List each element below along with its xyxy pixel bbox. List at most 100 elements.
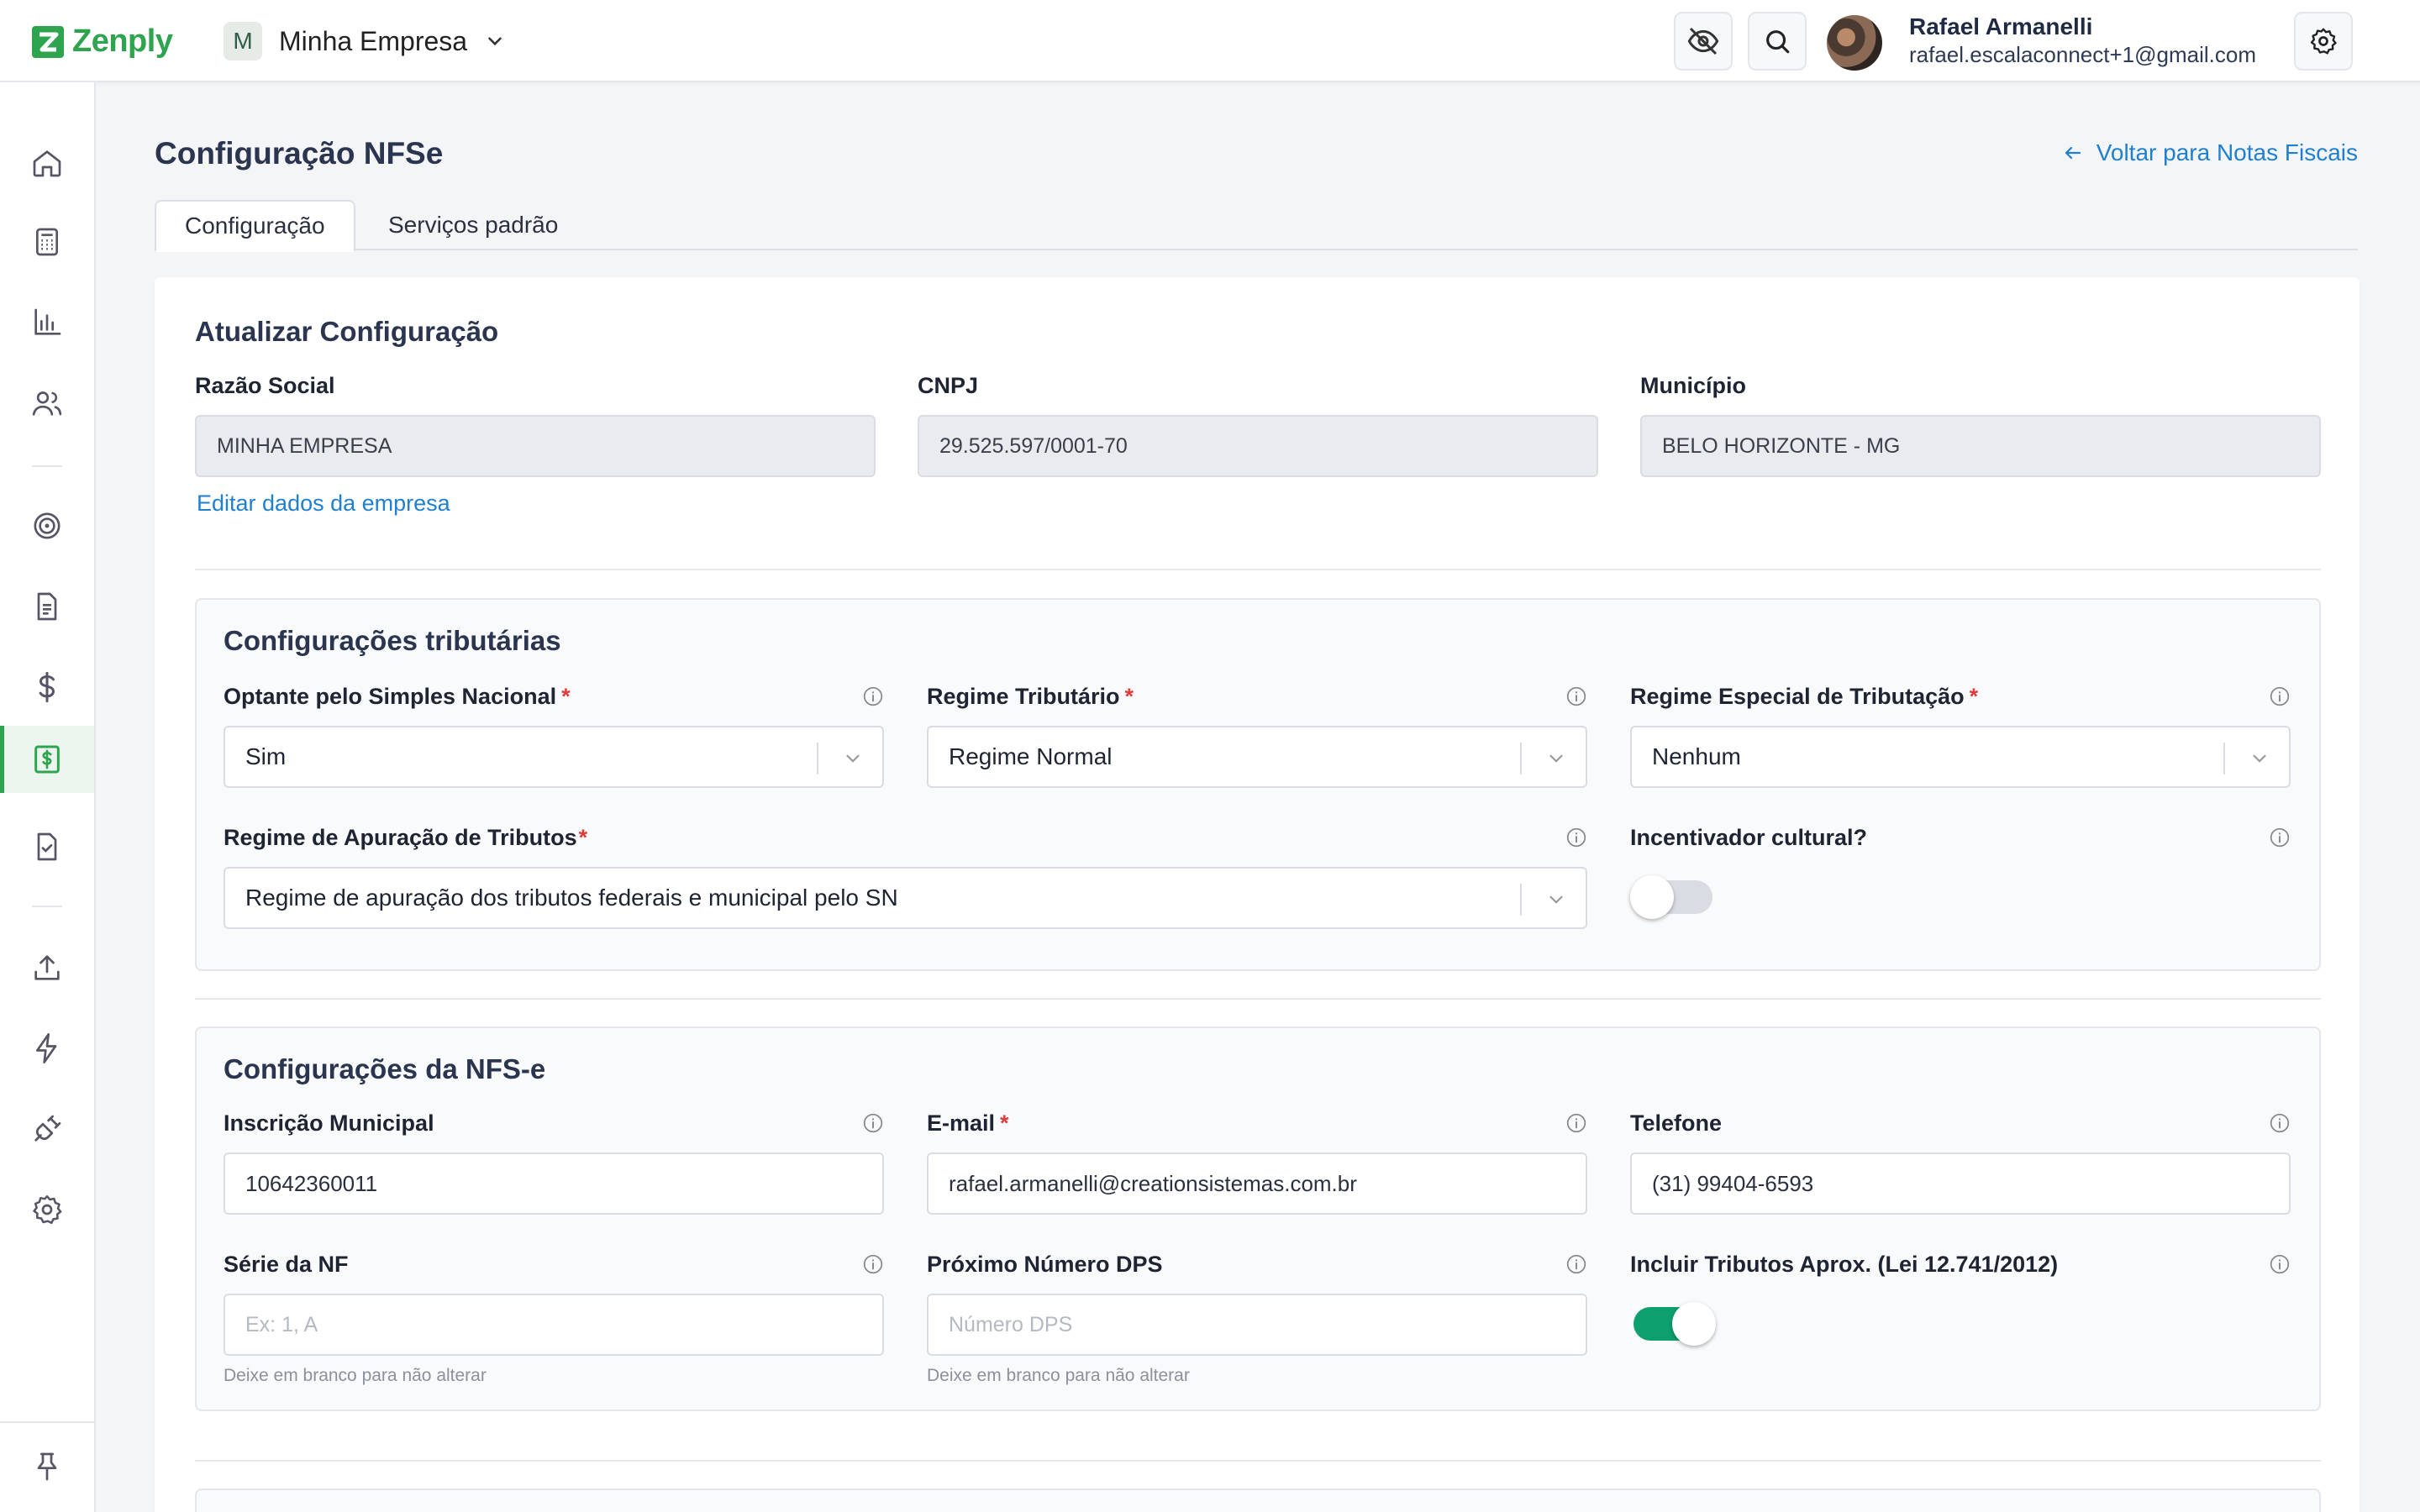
hide-values-button[interactable]: [1674, 12, 1733, 71]
chevron-down-icon: [846, 754, 860, 763]
chevron-down-icon: [2253, 754, 2266, 763]
dollar-icon: [39, 671, 55, 703]
chevron-down-icon: [1549, 754, 1563, 763]
chevron-down-icon: [1549, 895, 1563, 904]
calculator-icon: [36, 228, 58, 256]
sidebar-item-finance[interactable]: [0, 654, 94, 721]
regime-select[interactable]: Regime Normal: [927, 726, 1587, 788]
sidebar-divider: [0, 1421, 94, 1423]
bar-chart-icon: [34, 308, 61, 335]
telefone-input[interactable]: (31) 99404-6593: [1630, 1152, 2291, 1215]
nfse-settings-panel: Configurações da NFS-e Inscrição Municip…: [195, 1026, 2321, 1411]
sidebar-item-tasks[interactable]: [0, 813, 94, 880]
incentivador-label: Incentivador cultural?: [1630, 825, 1868, 850]
regime-especial-select[interactable]: Nenhum: [1630, 726, 2291, 788]
upload-icon: [34, 955, 60, 980]
sidebar-item-automations[interactable]: [0, 1015, 94, 1082]
user-email: rafael.escalaconnect+1@gmail.com: [1909, 42, 2256, 67]
sidebar-item-home[interactable]: [0, 129, 94, 197]
municipio-label: Município: [1640, 373, 1746, 398]
info-icon[interactable]: [1565, 685, 1587, 707]
sidebar: [0, 82, 96, 1512]
nfse-settings-title: Configurações da NFS-e: [224, 1053, 546, 1084]
lightning-icon: [36, 1033, 57, 1063]
search-button[interactable]: [1748, 12, 1807, 71]
inscricao-label: Inscrição Municipal: [224, 1110, 434, 1136]
settings-button[interactable]: [2294, 12, 2353, 71]
sidebar-item-upload[interactable]: [0, 934, 94, 1001]
tab-configuracao[interactable]: Configuração: [155, 200, 355, 252]
simples-select[interactable]: Sim: [224, 726, 884, 788]
divider: [195, 569, 2321, 570]
update-config-title: Atualizar Configuração: [195, 316, 499, 347]
eye-off-icon: [1687, 27, 1719, 55]
sidebar-item-integrations[interactable]: [0, 1095, 94, 1163]
tax-settings-panel: Configurações tributárias Optante pelo S…: [195, 598, 2321, 971]
info-icon[interactable]: [862, 1112, 884, 1134]
info-icon[interactable]: [862, 1253, 884, 1275]
brand-name: Zenply: [72, 24, 173, 59]
regime-especial-label: Regime Especial de Tributação *: [1630, 684, 1979, 709]
info-icon[interactable]: [1565, 1112, 1587, 1134]
cnpj-label: CNPJ: [918, 373, 979, 398]
info-icon[interactable]: [862, 685, 884, 707]
chevron-down-icon: [488, 37, 502, 46]
search-icon: [1766, 30, 1790, 54]
divider: [195, 998, 2321, 1000]
proximo-dps-label: Próximo Número DPS: [927, 1252, 1163, 1277]
back-to-invoices-link[interactable]: Voltar para Notas Fiscais: [2063, 139, 2358, 166]
next-settings-panel: [195, 1488, 2321, 1512]
plug-icon: [34, 1115, 61, 1142]
email-input[interactable]: rafael.armanelli@creationsistemas.com.br: [927, 1152, 1587, 1215]
telefone-label: Telefone: [1630, 1110, 1723, 1136]
incluir-tributos-toggle[interactable]: [1634, 1302, 1716, 1346]
settings-icon: [2310, 28, 2337, 55]
incentivador-toggle[interactable]: [1630, 875, 1712, 919]
sidebar-divider: [32, 465, 62, 467]
arrow-left-icon: [2065, 146, 2081, 160]
proximo-dps-input[interactable]: Número DPS: [927, 1294, 1587, 1356]
serie-input[interactable]: Ex: 1, A: [224, 1294, 884, 1356]
company-switcher[interactable]: M Minha Empresa: [224, 22, 506, 60]
invoice-dollar-icon: [34, 745, 60, 774]
razao-social-label: Razão Social: [195, 373, 335, 398]
sidebar-item-invoices[interactable]: [0, 726, 94, 793]
apuracao-select[interactable]: Regime de apuração dos tributos federais…: [224, 867, 1587, 929]
info-icon[interactable]: [2269, 685, 2291, 707]
email-label: E-mail *: [927, 1110, 1009, 1136]
users-icon: [32, 391, 62, 416]
serie-label: Série da NF: [224, 1252, 349, 1277]
user-name: Rafael Armanelli: [1909, 13, 2093, 39]
sidebar-item-documents[interactable]: [0, 573, 94, 640]
sidebar-divider: [32, 906, 62, 907]
user-avatar[interactable]: [1827, 15, 1882, 71]
info-icon[interactable]: [1565, 1253, 1587, 1275]
company-avatar: M: [224, 22, 262, 60]
document-check-icon: [37, 832, 57, 861]
tab-servicos-padrao[interactable]: Serviços padrão: [360, 200, 587, 250]
apuracao-label: Regime de Apuração de Tributos*: [224, 825, 588, 850]
info-icon[interactable]: [1565, 827, 1587, 848]
page-title: Configuração NFSe: [155, 136, 444, 171]
divider: [195, 1460, 2321, 1462]
gear-icon: [33, 1194, 62, 1225]
inscricao-input[interactable]: 10642360011: [224, 1152, 884, 1215]
company-name: Minha Empresa: [279, 25, 468, 56]
info-icon[interactable]: [2269, 1112, 2291, 1134]
sidebar-item-calculator[interactable]: [0, 208, 94, 276]
document-icon: [37, 592, 57, 621]
back-link-label: Voltar para Notas Fiscais: [2096, 139, 2358, 165]
incluir-tributos-label: Incluir Tributos Aprox. (Lei 12.741/2012…: [1630, 1252, 2059, 1277]
tax-settings-title: Configurações tributárias: [224, 625, 561, 656]
sidebar-item-clients[interactable]: [0, 370, 94, 437]
sidebar-pin-button[interactable]: [0, 1433, 94, 1500]
razao-social-field: MINHA EMPRESA: [195, 415, 876, 477]
brand-logo[interactable]: Zenply: [32, 24, 173, 60]
info-icon[interactable]: [2269, 1253, 2291, 1275]
info-icon[interactable]: [2269, 827, 2291, 848]
sidebar-item-goals[interactable]: [0, 492, 94, 559]
edit-company-link[interactable]: Editar dados da empresa: [197, 491, 450, 517]
sidebar-item-settings[interactable]: [0, 1176, 94, 1243]
tab-bar: Configuração Serviços padrão: [155, 200, 2358, 252]
sidebar-item-reports[interactable]: [0, 289, 94, 356]
